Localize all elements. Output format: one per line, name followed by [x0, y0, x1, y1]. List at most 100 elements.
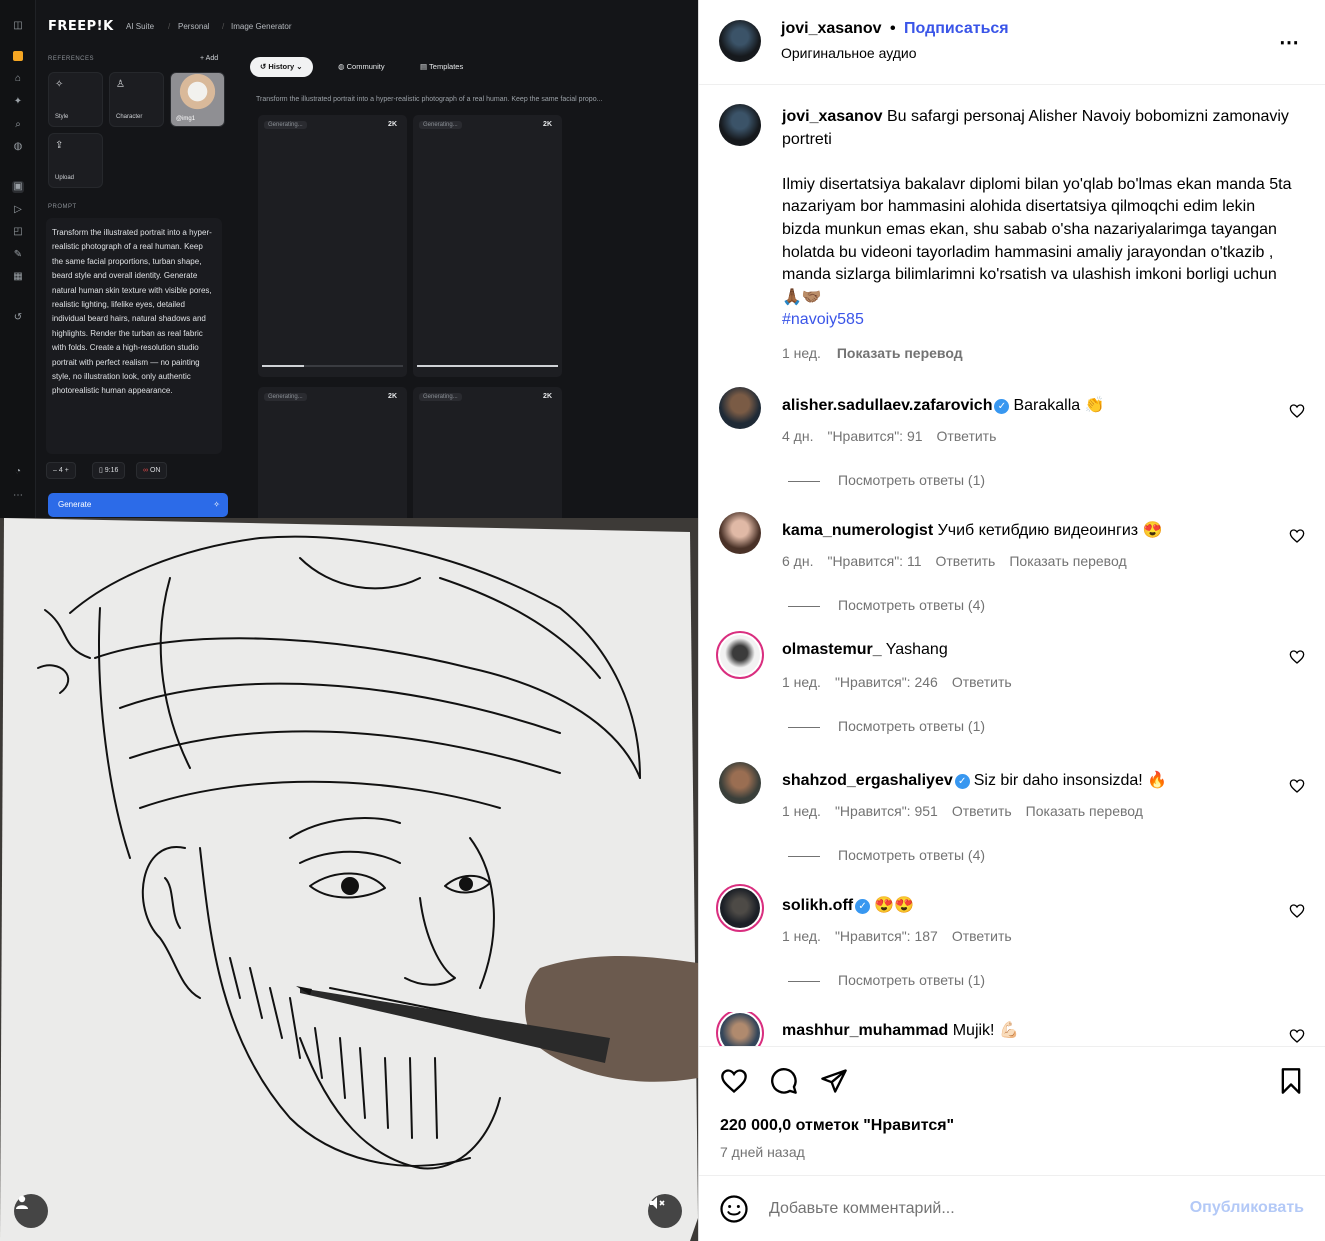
- like-comment-heart-icon[interactable]: [1289, 778, 1305, 794]
- commenter-username[interactable]: shahzod_ergashaliyev: [782, 772, 953, 789]
- like-comment-heart-icon[interactable]: [1289, 528, 1305, 544]
- audio-label[interactable]: Оригинальное аудио: [781, 45, 917, 61]
- publish-button[interactable]: Опубликовать: [1190, 1199, 1304, 1217]
- commenter-username[interactable]: kama_numerologist: [782, 522, 933, 539]
- comment-likes[interactable]: "Нравится": 246: [835, 674, 938, 690]
- mute-button[interactable]: [648, 1194, 682, 1228]
- crumb-personal: Personal: [178, 22, 210, 31]
- commenter-username[interactable]: solikh.off: [782, 897, 853, 914]
- like-button[interactable]: [719, 1067, 749, 1098]
- reply-button[interactable]: Ответить: [952, 928, 1012, 944]
- comment-time[interactable]: 1 нед.: [782, 803, 821, 819]
- translate-link[interactable]: Показать перевод: [1026, 803, 1143, 819]
- reference-portrait-thumbnail: @img1: [170, 72, 225, 127]
- translate-link[interactable]: Показать перевод: [1009, 553, 1126, 569]
- crumb-ai-suite: AI Suite: [126, 22, 155, 31]
- comment-likes[interactable]: "Нравится": 951: [835, 803, 938, 819]
- sparkle-icon: ✧: [213, 500, 220, 509]
- comment-likes[interactable]: "Нравится": 11: [827, 553, 921, 569]
- upload-icon: ⇪: [55, 140, 64, 151]
- prompt-preview: Transform the illustrated portrait into …: [256, 96, 603, 103]
- commenter-avatar[interactable]: [719, 387, 761, 429]
- comment-item: mashhur_muhammad Mujik! 💪🏻: [699, 1012, 1325, 1046]
- commenter-avatar[interactable]: [719, 512, 761, 554]
- comment-time[interactable]: 4 дн.: [782, 428, 813, 444]
- comment-likes[interactable]: "Нравится": 187: [835, 928, 938, 944]
- ref-card-character: ♙ Character: [109, 72, 164, 127]
- references-label: REFERENCES: [48, 56, 95, 62]
- post-date[interactable]: 7 дней назад: [720, 1144, 805, 1160]
- sketch-drawing-frame: [0, 518, 698, 1241]
- caption-body: Ilmiy disertatsiya bakalavr diplomi bila…: [782, 175, 1292, 306]
- like-comment-heart-icon[interactable]: [1289, 649, 1305, 665]
- view-replies-button[interactable]: Посмотреть ответы (1): [788, 718, 985, 734]
- comment-likes[interactable]: "Нравится": 91: [827, 428, 922, 444]
- muted-speaker-icon: [650, 1197, 665, 1209]
- view-replies-button[interactable]: Посмотреть ответы (1): [788, 472, 985, 488]
- prompt-textbox: Transform the illustrated portrait into …: [46, 218, 222, 454]
- comment-button[interactable]: [769, 1067, 799, 1098]
- reply-button[interactable]: Ответить: [936, 553, 996, 569]
- like-comment-heart-icon[interactable]: [1289, 403, 1305, 419]
- generating-card: Generating... 2K: [258, 387, 407, 527]
- aspect-ratio-chip: ▯ 9:16: [92, 462, 126, 479]
- author-avatar[interactable]: [719, 20, 761, 62]
- comment-time[interactable]: 6 дн.: [782, 553, 813, 569]
- hashtag-link[interactable]: #navoiy585: [782, 309, 1292, 332]
- commenter-avatar-story-ring[interactable]: [716, 631, 764, 679]
- image-icon: ▣: [12, 181, 24, 193]
- view-replies-button[interactable]: Посмотреть ответы (1): [788, 972, 985, 988]
- view-replies-button[interactable]: Посмотреть ответы (4): [788, 597, 985, 613]
- commenter-avatar-story-ring[interactable]: [716, 884, 764, 932]
- comment-time[interactable]: 1 нед.: [782, 928, 821, 944]
- reply-button[interactable]: Ответить: [952, 674, 1012, 690]
- more-options-icon[interactable]: ⋯: [1279, 30, 1300, 55]
- author-username[interactable]: jovi_xasanov: [781, 20, 882, 37]
- comment-input[interactable]: [769, 1195, 1149, 1223]
- emoji-icon[interactable]: [719, 1194, 749, 1224]
- reel-video[interactable]: ◫ ⌂ ✦ ⌕ ◍ ▣ ▷ ◰ ✎ ▦ ↺ ◔ ⋯ FREEP!K AI Sui…: [0, 0, 698, 1241]
- freepik-left-panel: REFERENCES + Add ✧ Style ♙ Character @im…: [36, 50, 236, 518]
- reply-button[interactable]: Ответить: [937, 428, 997, 444]
- commenter-username[interactable]: alisher.sadullaev.zafarovich: [782, 397, 992, 414]
- like-comment-heart-icon[interactable]: [1289, 1028, 1305, 1044]
- brush-icon: ✎: [13, 249, 23, 260]
- ink-portrait-sketch: [0, 518, 698, 1241]
- ref-card-label: Character: [116, 114, 143, 120]
- generating-card: Generating... 2K: [413, 115, 562, 377]
- speech-bubble-icon: [771, 1068, 797, 1094]
- likes-count[interactable]: 220 000,0 отметок "Нравится": [720, 1117, 954, 1135]
- comment-item: alisher.sadullaev.zafarovich ✓ Barakalla 👏…: [699, 387, 1325, 512]
- panel-toggle-icon: ◫: [13, 20, 23, 31]
- translate-link[interactable]: Показать перевод: [837, 345, 963, 361]
- grid-icon: ▦: [13, 271, 23, 282]
- like-comment-heart-icon[interactable]: [1289, 903, 1305, 919]
- commenter-avatar[interactable]: [719, 762, 761, 804]
- commenter-username[interactable]: olmastemur_: [782, 641, 882, 658]
- profile-tag-button[interactable]: [14, 1194, 48, 1228]
- resolution-label: 2K: [388, 393, 397, 400]
- caption-time[interactable]: 1 нед.: [782, 345, 821, 361]
- comment-item: kama_numerologist Учиб кетибдию видеоинг…: [699, 512, 1325, 637]
- status-label: Generating...: [419, 121, 462, 129]
- reply-button[interactable]: Ответить: [952, 803, 1012, 819]
- count-stepper: – 4 +: [46, 462, 76, 479]
- comment-text: 😍😍: [874, 897, 914, 914]
- prompt-label: PROMPT: [48, 204, 77, 210]
- commenter-avatar-story-ring[interactable]: [716, 1012, 764, 1046]
- comment-text: Mujik! 💪🏻: [952, 1022, 1019, 1039]
- history-icon: ↺: [13, 312, 23, 323]
- share-button[interactable]: [819, 1067, 849, 1098]
- crumb-separator: /: [168, 22, 171, 31]
- comment-time[interactable]: 1 нед.: [782, 674, 821, 690]
- home-icon: ⌂: [14, 73, 22, 84]
- caption-author-avatar[interactable]: [719, 104, 761, 146]
- follow-button[interactable]: Подписаться: [904, 20, 1009, 37]
- toggle-chip: ∞ ON: [136, 462, 168, 479]
- freepik-results-panel: ↺ History ⌄ ◍ Community ▤ Templates Tran…: [248, 50, 698, 527]
- view-replies-button[interactable]: Посмотреть ответы (4): [788, 847, 985, 863]
- caption-username[interactable]: jovi_xasanov: [782, 108, 883, 125]
- add-comment-bar: Опубликовать: [699, 1177, 1325, 1241]
- commenter-username[interactable]: mashhur_muhammad: [782, 1022, 948, 1039]
- save-button[interactable]: [1277, 1067, 1305, 1098]
